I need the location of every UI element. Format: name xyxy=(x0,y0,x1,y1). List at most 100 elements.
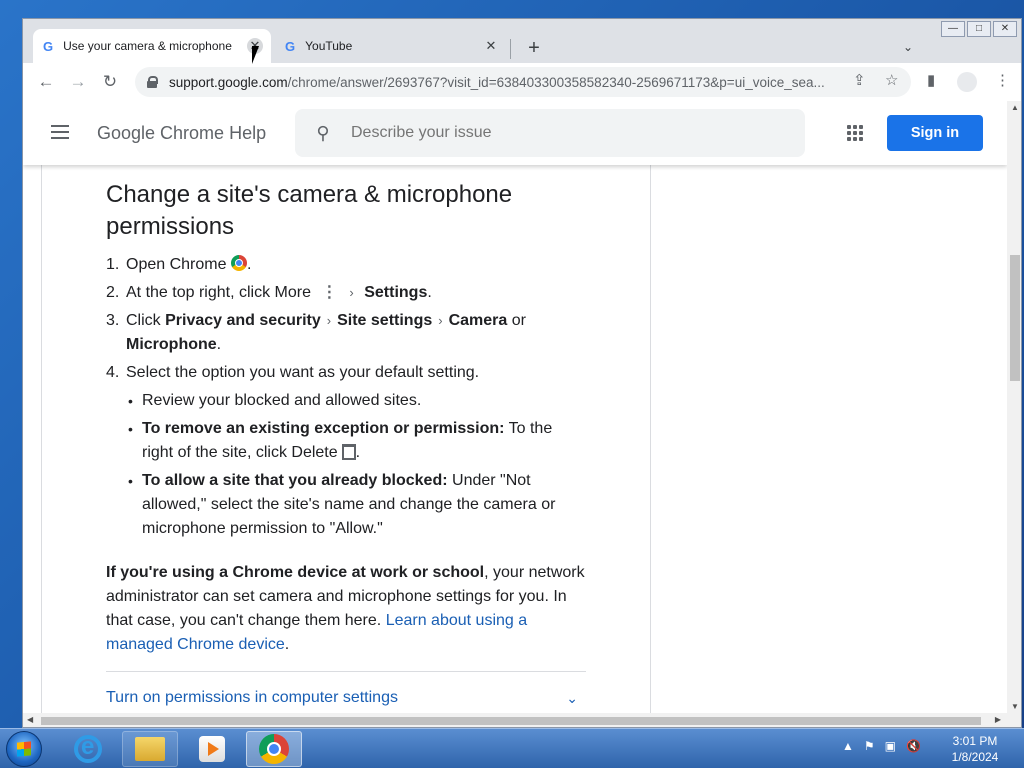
clock-date: 1/8/2024 xyxy=(951,750,999,764)
chevron-down-icon: ⌄ xyxy=(566,690,578,706)
step-text: or xyxy=(511,312,526,329)
bullet-bold: To remove an existing exception or permi… xyxy=(142,420,505,437)
system-clock[interactable]: 3:01 PM 1/8/2024 xyxy=(940,733,1010,765)
chrome-menu-icon[interactable]: ⋮ xyxy=(995,71,1010,89)
lock-icon[interactable] xyxy=(147,76,158,88)
action-center-flag-icon[interactable]: ⚑ xyxy=(864,739,875,753)
chevron-right-icon: › xyxy=(326,313,332,328)
profile-avatar-icon[interactable] xyxy=(957,72,977,92)
horizontal-scrollbar[interactable]: ◀ ▶ xyxy=(23,713,1021,727)
article-body: Change a site's camera & microphone perm… xyxy=(106,179,586,710)
chevron-right-icon: › xyxy=(438,313,443,328)
scroll-left-arrow-icon[interactable]: ◀ xyxy=(27,715,33,724)
expander-label: Turn on permissions in computer settings xyxy=(106,689,398,706)
bullet-punct: . xyxy=(355,444,361,461)
step-item: 2. At the top right, click More ⋮ › Setti… xyxy=(106,281,586,305)
browser-toolbar: ← → ↻ support.google.com/chrome/answer/2… xyxy=(23,63,1021,101)
back-button[interactable]: ← xyxy=(35,71,57,93)
clock-time: 3:01 PM xyxy=(952,734,998,748)
vertical-scrollbar[interactable]: ▲ ▼ xyxy=(1007,101,1021,713)
taskbar-file-explorer[interactable] xyxy=(122,731,178,767)
delete-trash-icon xyxy=(341,444,356,460)
bookmark-star-icon[interactable]: ☆ xyxy=(885,71,898,89)
para-bold: If you're using a Chrome device at work … xyxy=(106,564,485,581)
internet-explorer-icon xyxy=(74,733,102,763)
steps-list: 1. Open Chrome . 2. At the top right, cl… xyxy=(106,253,586,541)
step-punct: . xyxy=(246,256,252,273)
scroll-right-arrow-icon[interactable]: ▶ xyxy=(995,715,1001,724)
tab-title: YouTube xyxy=(305,39,353,53)
step-bold: Microphone xyxy=(126,336,217,353)
forward-button[interactable]: → xyxy=(67,71,89,93)
section-divider xyxy=(106,671,586,672)
browser-window: — □ ✕ G Use your camera & microphone ✕ G… xyxy=(22,18,1022,728)
step-text: Click xyxy=(126,312,161,329)
show-hidden-icons-icon[interactable]: ▲ xyxy=(842,739,854,753)
bullet-item: To remove an existing exception or permi… xyxy=(126,417,586,465)
step-bold: Settings xyxy=(364,284,428,301)
main-menu-icon[interactable] xyxy=(51,125,69,139)
scroll-down-arrow-icon[interactable]: ▼ xyxy=(1007,702,1021,711)
help-center-header: Google Chrome Help ⚲ Sign in xyxy=(23,101,1007,165)
horizontal-scroll-thumb[interactable] xyxy=(41,717,981,725)
scroll-up-arrow-icon[interactable]: ▲ xyxy=(1007,103,1021,112)
network-icon[interactable]: ▣ xyxy=(885,739,896,753)
chrome-logo-icon xyxy=(230,255,247,271)
step-item: 1. Open Chrome . xyxy=(106,253,586,277)
tab-youtube[interactable]: G YouTube ✕ xyxy=(275,29,507,63)
folder-icon xyxy=(135,737,165,761)
url-path: /chrome/answer/2693767?visit_id=63840330… xyxy=(287,74,825,90)
bullet-text: Review your blocked and allowed sites. xyxy=(142,392,422,409)
vertical-scroll-thumb[interactable] xyxy=(1010,255,1020,381)
address-bar[interactable]: support.google.com/chrome/answer/2693767… xyxy=(135,67,911,97)
chrome-icon xyxy=(259,734,289,764)
url-host: support.google.com xyxy=(169,74,288,90)
new-tab-button[interactable]: + xyxy=(523,37,545,59)
bullet-item: To allow a site that you already blocked… xyxy=(126,469,586,541)
google-favicon-icon: G xyxy=(285,38,296,54)
step-text: Select the option you want as your defau… xyxy=(126,364,480,381)
reload-button[interactable]: ↻ xyxy=(99,71,121,93)
tab-close-icon[interactable]: ✕ xyxy=(483,38,499,54)
tab-camera-microphone[interactable]: G Use your camera & microphone ✕ xyxy=(33,29,271,63)
system-tray: ▲ ⚑ ▣ 🔇 xyxy=(842,739,921,753)
tab-title: Use your camera & microphone xyxy=(63,39,232,53)
share-icon[interactable]: ⇪ xyxy=(853,71,866,89)
step-punct: . xyxy=(216,336,222,353)
article-column: Change a site's camera & microphone perm… xyxy=(41,165,651,713)
page-viewport: Google Chrome Help ⚲ Sign in Change a si… xyxy=(23,101,1007,713)
step-number: 3. xyxy=(106,312,120,329)
tab-separator xyxy=(510,39,511,59)
bullet-bold: To allow a site that you already blocked… xyxy=(142,472,448,489)
sub-bullet-list: Review your blocked and allowed sites. T… xyxy=(126,389,586,541)
step-text: Open Chrome xyxy=(126,256,227,273)
section-heading: Change a site's camera & microphone perm… xyxy=(106,181,513,240)
volume-muted-icon[interactable]: 🔇 xyxy=(906,739,921,753)
product-name[interactable]: Google Chrome Help xyxy=(97,123,266,144)
taskbar: ▲ ⚑ ▣ 🔇 3:01 PM 1/8/2024 xyxy=(0,728,1024,768)
step-number: 2. xyxy=(106,284,120,301)
sign-in-button[interactable]: Sign in xyxy=(887,115,983,151)
mouse-cursor-icon xyxy=(252,46,259,64)
search-icon[interactable]: ⚲ xyxy=(295,123,351,144)
bullet-item: Review your blocked and allowed sites. xyxy=(126,389,586,413)
more-vert-icon: ⋮ xyxy=(321,284,338,301)
step-bold: Camera xyxy=(448,312,508,329)
help-search-input[interactable] xyxy=(351,124,771,142)
taskbar-media-player[interactable] xyxy=(184,731,240,767)
step-item: 3. Click Privacy and security › Site setti… xyxy=(106,309,586,357)
step-bold: Site settings xyxy=(337,312,433,329)
help-search-box[interactable]: ⚲ xyxy=(295,109,805,157)
google-apps-icon[interactable] xyxy=(847,125,863,141)
step-item: 4. Select the option you want as your de… xyxy=(106,361,586,541)
computer-settings-expander[interactable]: Turn on permissions in computer settings… xyxy=(106,686,586,710)
managed-device-paragraph: If you're using a Chrome device at work … xyxy=(106,561,586,657)
media-player-icon xyxy=(199,736,225,762)
taskbar-internet-explorer[interactable] xyxy=(60,731,116,767)
tab-strip: G Use your camera & microphone ✕ G YouTu… xyxy=(23,27,1021,63)
step-number: 4. xyxy=(106,364,120,381)
taskbar-chrome[interactable] xyxy=(246,731,302,767)
tab-search-icon[interactable]: ⌄ xyxy=(903,40,913,54)
start-button[interactable] xyxy=(6,731,42,767)
side-panel-icon[interactable]: ▮ xyxy=(927,71,935,89)
